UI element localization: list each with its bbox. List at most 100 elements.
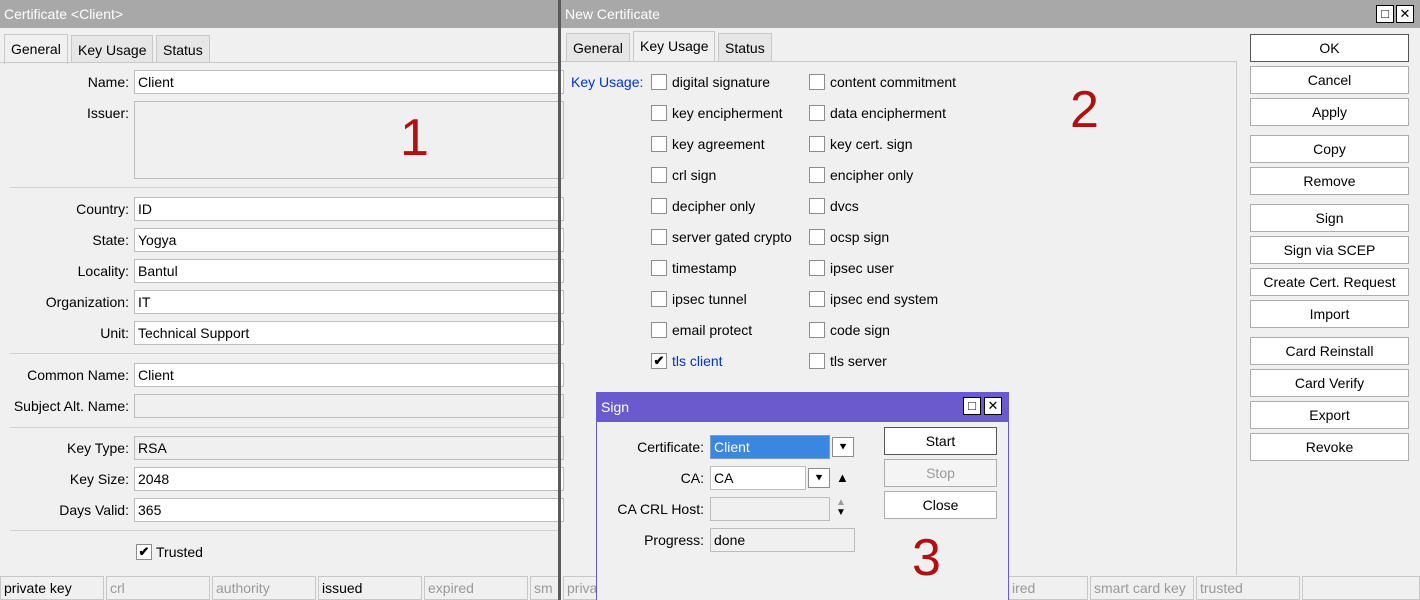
sign-close-button[interactable]: Close bbox=[884, 491, 997, 519]
country-label: Country: bbox=[76, 201, 129, 217]
key-usage-col1-checkbox-1[interactable] bbox=[651, 105, 667, 121]
key-usage-col1-checkbox-5[interactable] bbox=[651, 229, 667, 245]
key-usage-col1-checkbox-7[interactable] bbox=[651, 291, 667, 307]
key-usage-col1-label-7: ipsec tunnel bbox=[672, 291, 747, 307]
key-usage-col1-checkbox-0[interactable] bbox=[651, 74, 667, 90]
right-tab-general[interactable]: General bbox=[566, 33, 630, 61]
key-usage-col1-label-0: digital signature bbox=[672, 74, 771, 90]
ca-up-arrow-icon[interactable]: ▲ bbox=[836, 470, 849, 486]
certificate-label: Certificate: bbox=[637, 439, 704, 455]
status-expired: expired bbox=[424, 576, 528, 600]
card-reinstall-button[interactable]: Card Reinstall bbox=[1250, 337, 1409, 365]
crl-host-down-icon[interactable]: ▼ bbox=[836, 508, 846, 518]
trusted-checkbox[interactable]: ✔ bbox=[136, 544, 152, 560]
key-usage-col2-checkbox-8[interactable] bbox=[809, 322, 825, 338]
state-field[interactable]: Yogya bbox=[134, 228, 564, 252]
key-type-label: Key Type: bbox=[66, 440, 129, 456]
ca-select[interactable]: CA bbox=[710, 466, 806, 490]
key-type-field[interactable]: RSA bbox=[134, 436, 564, 460]
key-size-field[interactable]: 2048 bbox=[134, 467, 564, 491]
stop-button[interactable]: Stop bbox=[884, 459, 997, 487]
right-tab-key-usage[interactable]: Key Usage bbox=[633, 31, 716, 61]
key-usage-col2-checkbox-1[interactable] bbox=[809, 105, 825, 121]
organization-field[interactable]: IT bbox=[134, 290, 564, 314]
key-usage-col2-label-4: dvcs bbox=[830, 198, 859, 214]
key-usage-col2-label-3: encipher only bbox=[830, 167, 914, 183]
export-button[interactable]: Export bbox=[1250, 401, 1409, 429]
locality-label: Locality: bbox=[77, 263, 129, 279]
progress-label: Progress: bbox=[644, 532, 704, 548]
status-smart-card-partial: sm bbox=[530, 576, 560, 600]
issuer-field[interactable] bbox=[134, 101, 564, 179]
key-usage-col2-label-8: code sign bbox=[830, 322, 890, 338]
key-usage-col1-label-8: email protect bbox=[672, 322, 753, 338]
key-usage-col2-label-0: content commitment bbox=[830, 74, 957, 90]
right-tab-status[interactable]: Status bbox=[718, 33, 772, 61]
name-field[interactable]: Client bbox=[134, 70, 564, 94]
create-cert-request-button[interactable]: Create Cert. Request bbox=[1250, 268, 1409, 296]
close-icon[interactable]: ✕ bbox=[1396, 5, 1414, 23]
left-window-title: Certificate <Client> bbox=[0, 0, 558, 28]
key-usage-col2-label-1: data encipherment bbox=[830, 105, 946, 121]
key-usage-col1-checkbox-2[interactable] bbox=[651, 136, 667, 152]
remove-button[interactable]: Remove bbox=[1250, 167, 1409, 195]
key-usage-col2-checkbox-2[interactable] bbox=[809, 136, 825, 152]
right-status-smart-card-key: smart card key bbox=[1090, 576, 1194, 600]
sign-via-scep-button[interactable]: Sign via SCEP bbox=[1250, 236, 1409, 264]
copy-button[interactable]: Copy bbox=[1250, 135, 1409, 163]
status-authority: authority bbox=[212, 576, 316, 600]
apply-button[interactable]: Apply bbox=[1250, 98, 1409, 126]
key-usage-col2-label-5: ocsp sign bbox=[830, 229, 890, 245]
key-size-label: Key Size: bbox=[69, 471, 129, 487]
days-valid-field[interactable]: 365 bbox=[134, 498, 564, 522]
subject-alt-name-label: Subject Alt. Name: bbox=[13, 398, 129, 414]
key-usage-col2-checkbox-6[interactable] bbox=[809, 260, 825, 276]
card-verify-button[interactable]: Card Verify bbox=[1250, 369, 1409, 397]
right-window-title: New Certificate bbox=[561, 0, 1420, 28]
start-button[interactable]: Start bbox=[884, 427, 997, 455]
key-usage-col1-label-4: decipher only bbox=[672, 198, 756, 214]
annotation-2: 2 bbox=[1070, 81, 1099, 139]
sign-button[interactable]: Sign bbox=[1250, 204, 1409, 232]
ca-label: CA: bbox=[680, 470, 704, 486]
sign-close-icon[interactable]: ✕ bbox=[984, 397, 1002, 415]
sign-dialog-title: Sign bbox=[597, 393, 1008, 422]
country-field[interactable]: ID bbox=[134, 197, 564, 221]
ca-crl-host-label: CA CRL Host: bbox=[617, 501, 704, 517]
ok-button[interactable]: OK bbox=[1250, 34, 1409, 62]
annotation-3: 3 bbox=[912, 529, 941, 587]
unit-field[interactable]: Technical Support bbox=[134, 321, 564, 345]
sign-maximize-icon[interactable]: □ bbox=[963, 397, 981, 415]
common-name-field[interactable]: Client bbox=[134, 363, 564, 387]
subject-alt-name-field[interactable] bbox=[134, 394, 564, 418]
certificate-dropdown-icon[interactable]: ⯆ bbox=[832, 437, 854, 457]
status-issued: issued bbox=[318, 576, 422, 600]
key-usage-col1-checkbox-3[interactable] bbox=[651, 167, 667, 183]
revoke-button[interactable]: Revoke bbox=[1250, 433, 1409, 461]
tab-status[interactable]: Status bbox=[156, 35, 210, 63]
key-usage-col2-checkbox-7[interactable] bbox=[809, 291, 825, 307]
certificate-select[interactable]: Client bbox=[710, 435, 830, 459]
unit-label: Unit: bbox=[100, 325, 129, 341]
key-usage-col1-checkbox-8[interactable] bbox=[651, 322, 667, 338]
ca-dropdown-icon[interactable]: ⯆ bbox=[808, 468, 830, 488]
key-usage-col1-label-6: timestamp bbox=[672, 260, 737, 276]
key-usage-col2-checkbox-5[interactable] bbox=[809, 229, 825, 245]
key-usage-col1-checkbox-4[interactable] bbox=[651, 198, 667, 214]
key-usage-col2-checkbox-3[interactable] bbox=[809, 167, 825, 183]
locality-field[interactable]: Bantul bbox=[134, 259, 564, 283]
key-usage-col2-label-7: ipsec end system bbox=[830, 291, 939, 307]
key-usage-col1-label-1: key encipherment bbox=[672, 105, 783, 121]
key-usage-col1-checkbox-9[interactable]: ✔ bbox=[651, 353, 667, 369]
import-button[interactable]: Import bbox=[1250, 300, 1409, 328]
tab-general[interactable]: General bbox=[4, 34, 68, 64]
key-usage-col2-checkbox-0[interactable] bbox=[809, 74, 825, 90]
key-usage-col2-checkbox-9[interactable] bbox=[809, 353, 825, 369]
key-usage-col2-checkbox-4[interactable] bbox=[809, 198, 825, 214]
key-usage-col1-label-3: crl sign bbox=[672, 167, 717, 183]
maximize-icon[interactable]: □ bbox=[1376, 5, 1394, 23]
tab-key-usage[interactable]: Key Usage bbox=[71, 35, 154, 63]
key-usage-col1-checkbox-6[interactable] bbox=[651, 260, 667, 276]
cancel-button[interactable]: Cancel bbox=[1250, 66, 1409, 94]
ca-crl-host-field[interactable] bbox=[710, 497, 830, 521]
